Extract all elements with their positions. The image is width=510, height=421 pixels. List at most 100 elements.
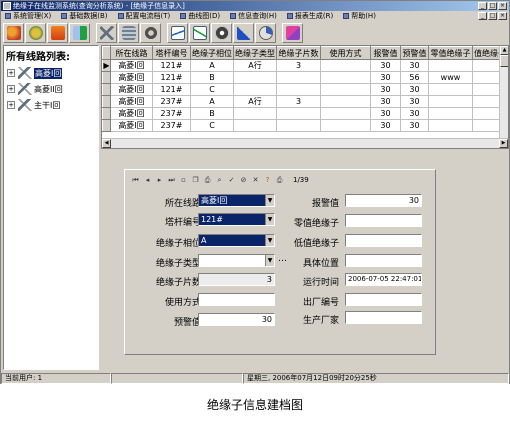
cell[interactable]: B [190, 107, 234, 120]
triangle-button[interactable] [233, 23, 254, 43]
cell[interactable] [428, 59, 473, 72]
column-header[interactable]: 报警值 [370, 46, 401, 60]
tower-button[interactable] [96, 23, 117, 43]
next-record-icon[interactable]: ▸ [155, 176, 164, 185]
column-header[interactable]: 绝缘子片数 [276, 46, 321, 60]
usage-field[interactable] [198, 293, 275, 306]
chevron-down-icon[interactable]: ▼ [265, 235, 274, 246]
cell[interactable]: 高菱I回 [110, 119, 153, 132]
maker-field[interactable] [345, 311, 422, 324]
tree-item[interactable]: + 主干I回 [4, 97, 98, 113]
menu-query[interactable]: 信息查询(H) [230, 11, 277, 21]
cell[interactable]: 3 [276, 95, 321, 108]
column-header[interactable]: 零值绝缘子 [428, 46, 473, 60]
menu-help[interactable]: 帮助(H) [343, 11, 376, 21]
globe-button[interactable] [25, 23, 46, 43]
column-header[interactable]: 预警值 [400, 46, 429, 60]
cell[interactable]: B [190, 71, 234, 84]
column-header[interactable]: 绝缘子相位 [190, 46, 234, 60]
mdi-restore-button[interactable]: □ [488, 12, 497, 20]
gear-button[interactable] [140, 23, 161, 43]
cell[interactable]: www [428, 71, 473, 84]
cell[interactable]: 56 [400, 71, 429, 84]
chevron-down-icon[interactable]: ▼ [265, 255, 274, 266]
column-header[interactable]: 塔杆编号 [152, 46, 191, 60]
cell[interactable]: 30 [400, 59, 429, 72]
refresh-icon[interactable]: ✕ [251, 176, 260, 185]
cell[interactable]: 30 [400, 107, 429, 120]
table-row[interactable]: 高菱I回 237# A A行 3 30 30 [102, 95, 508, 108]
cell[interactable]: 237# [152, 95, 191, 108]
close-button[interactable]: × [498, 2, 507, 10]
cell[interactable] [233, 119, 277, 132]
alarm-field[interactable]: 30 [345, 194, 422, 207]
prewarn-field[interactable]: 30 [198, 313, 275, 326]
tree-item[interactable]: + 高菱I回 [4, 65, 98, 81]
cell[interactable]: A行 [233, 95, 277, 108]
column-header[interactable]: 使用方式 [320, 46, 371, 60]
curve-button[interactable] [189, 23, 210, 43]
chevron-down-icon[interactable]: ▼ [265, 214, 274, 225]
scroll-up-icon[interactable]: ▲ [500, 46, 508, 55]
cell[interactable] [320, 83, 371, 96]
chart-button[interactable] [167, 23, 188, 43]
cell[interactable]: 237# [152, 107, 191, 120]
users-button[interactable] [3, 23, 24, 43]
menu-current-config[interactable]: 配置电流档(T) [117, 11, 170, 21]
table-row[interactable]: 高菱I回 121# C 30 30 [102, 83, 508, 96]
book-button[interactable] [47, 23, 68, 43]
cell[interactable]: A [190, 95, 234, 108]
table-row[interactable]: 高菱I回 237# B 30 30 [102, 107, 508, 120]
menu-curves[interactable]: 曲线图(D) [180, 11, 220, 21]
pie-button[interactable] [255, 23, 276, 43]
grid-vertical-scrollbar[interactable]: ▲ [499, 46, 508, 138]
cell[interactable] [320, 59, 371, 72]
new-record-icon[interactable]: ▫ [179, 176, 188, 185]
cell[interactable] [276, 107, 321, 120]
disk-button[interactable] [211, 23, 232, 43]
cell[interactable]: 121# [152, 59, 191, 72]
last-record-icon[interactable]: ⏭ [167, 176, 176, 185]
cell[interactable]: 237# [152, 119, 191, 132]
expand-icon[interactable]: + [7, 69, 15, 77]
table-row[interactable]: ▶ 高菱I回 121# A A行 3 30 30 [102, 59, 508, 72]
find-icon[interactable]: ⌕ [215, 176, 224, 185]
cell[interactable]: 30 [400, 95, 429, 108]
cell[interactable] [233, 83, 277, 96]
column-header[interactable]: 绝缘子类型 [233, 46, 277, 60]
cell[interactable] [428, 119, 473, 132]
cell[interactable]: 30 [370, 95, 401, 108]
count-field[interactable]: 3 [198, 273, 275, 286]
table-row[interactable]: 高菱I回 121# B 30 56 www [102, 71, 508, 84]
grid-horizontal-scrollbar[interactable]: ◀ ▶ [102, 138, 508, 148]
chevron-down-icon[interactable]: ▼ [265, 195, 274, 206]
tree-item[interactable]: + 高菱II回 [4, 81, 98, 97]
cell[interactable] [233, 71, 277, 84]
cell[interactable]: A [190, 59, 234, 72]
cell[interactable] [320, 95, 371, 108]
table-row[interactable]: 高菱I回 237# C 30 30 [102, 119, 508, 132]
cell[interactable]: 高菱I回 [110, 71, 153, 84]
scroll-thumb[interactable] [500, 55, 508, 67]
cell[interactable]: 30 [400, 119, 429, 132]
cell[interactable] [320, 119, 371, 132]
print-icon[interactable]: ⎙ [203, 176, 212, 185]
cancel-icon[interactable]: ⊘ [239, 176, 248, 185]
scroll-left-icon[interactable]: ◀ [102, 139, 111, 148]
cell[interactable]: 高菱I回 [110, 83, 153, 96]
type-select[interactable]: ▼ [198, 254, 275, 267]
cell[interactable] [428, 107, 473, 120]
cell[interactable]: C [190, 119, 234, 132]
menu-system[interactable]: 系统管理(X) [5, 11, 51, 21]
line-select[interactable]: 高菱I回 ▼ [198, 194, 275, 207]
cell[interactable] [428, 95, 473, 108]
printer-icon[interactable]: ⎙ [275, 176, 284, 185]
cell[interactable]: 高菱I回 [110, 107, 153, 120]
first-record-icon[interactable]: ⏮ [131, 176, 140, 185]
expand-icon[interactable]: + [7, 101, 15, 109]
menu-basic-data[interactable]: 基础数据(B) [61, 11, 108, 21]
insulator-button[interactable] [118, 23, 139, 43]
low-field[interactable] [345, 234, 422, 247]
runtime-field[interactable]: 2006-07-05 22:47:01 [345, 273, 422, 286]
cell[interactable]: 3 [276, 59, 321, 72]
